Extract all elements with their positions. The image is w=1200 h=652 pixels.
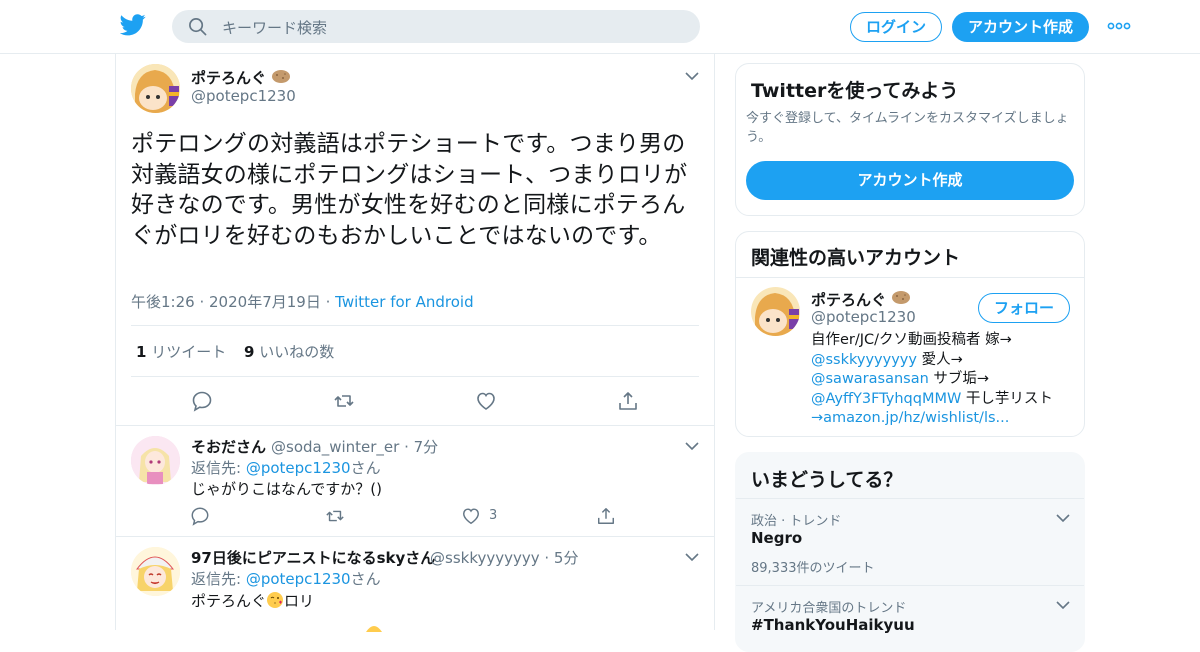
signup-card: Twitterを使ってみよう 今すぐ登録して、タイムラインをカスタマイズしましょ… [735,63,1085,216]
reply-text: じゃがりこはなんですか？() [191,480,382,498]
tweet-text: ポテロングの対義語はポテショートです。つまり男の対義語女の様にポテロングはショー… [131,131,688,249]
signup-card-title: Twitterを使ってみよう [751,80,959,102]
divider [131,376,699,377]
signup-card-subtitle: 今すぐ登録して、タイムラインをカスタマイズしましょ う。 [746,111,1069,145]
more-options-icon[interactable] [1107,20,1131,32]
avatar[interactable] [131,64,180,113]
like-icon[interactable] [475,390,497,412]
bio-link[interactable]: @sskkyyyyyyy [811,352,917,368]
reply-text: ポテろんぐ ロリ [191,592,315,610]
reply-to-link[interactable]: @potepc1230 [246,459,351,477]
chevron-down-icon[interactable] [685,71,699,81]
related-account-bio: 自作er/JC/クソ動画投稿者 嫁→ @sskkyyyyyyy 愛人→ @saw… [811,332,1053,426]
like-icon[interactable] [461,506,481,526]
trend-tweet-count: 89,333件のツイート [751,561,875,576]
tweet-date[interactable]: 2020年7月19日 [209,293,321,311]
retweet-icon[interactable] [333,390,355,412]
bio-link[interactable]: @AyffY3FTyhqqMMW [811,391,961,407]
avatar-illustration [131,547,180,596]
avatar[interactable] [131,436,180,485]
reply-icon[interactable] [190,506,210,526]
bio-link[interactable]: @sawarasansan [811,371,929,387]
trends-card: いまどうしてる？ 政治 · トレンド Negro 89,333件のツイート アメ… [735,452,1085,652]
potato-emoji-icon [272,70,290,83]
related-account-name[interactable]: ポテろんぐ [811,289,886,310]
top-navigation-bar: キーワード検索 ログイン アカウント作成 [0,0,1200,54]
trend-category: 政治 · トレンド [751,514,842,529]
related-accounts-card: 関連性の高いアカウント ポテろんぐ @potepc1230 フォロー 自作er/… [735,231,1085,437]
divider [131,325,699,326]
avatar-illustration [751,287,800,336]
tweet-source-link[interactable]: Twitter for Android [335,293,473,311]
search-input[interactable]: キーワード検索 [222,17,327,38]
like-stat[interactable]: 9 いいねの数 [244,341,334,362]
related-card-title: 関連性の高いアカウント [751,247,961,269]
twitter-bird-logo-icon[interactable] [120,14,146,36]
signup-button[interactable]: アカウント作成 [952,12,1089,42]
follow-button[interactable]: フォロー [978,293,1070,323]
bio-link[interactable]: →amazon.jp/hz/wishlist/ls... [811,410,1009,426]
face-blowing-kiss-emoji-icon [267,592,284,608]
reply-author-handle[interactable]: @soda_winter_er · 7分 [271,436,438,457]
like-count: 3 [489,508,498,523]
tweet-timestamp: 午後1:26 · 2020年7月19日 · Twitter for Androi… [131,293,474,311]
main-timeline-column: ポテろんぐ @potepc1230 ポテロングの対義語はポテショートです。つまり… [115,54,715,632]
reply-icon[interactable] [191,390,213,412]
divider [116,536,714,537]
trend-category: アメリカ合衆国のトレンド [751,601,907,616]
chevron-down-icon[interactable] [1056,600,1070,610]
retweet-icon[interactable] [325,506,345,526]
chevron-down-icon[interactable] [685,441,699,451]
chevron-down-icon[interactable] [685,552,699,562]
reply-author-handle[interactable]: @sskkyyyyyyy · 5分 [430,547,578,568]
potato-emoji-icon [892,291,910,304]
emoji-partial-icon [366,626,382,632]
divider [116,425,714,426]
reply-author-name[interactable]: そおださん [191,436,266,457]
tweet-author-handle[interactable]: @potepc1230 [191,87,296,105]
reply-author-name[interactable]: 97日後にピアニストになるskyさん [191,547,435,568]
tweet-time[interactable]: 午後1:26 [131,293,195,311]
search-bar[interactable]: キーワード検索 [172,10,700,43]
related-account-handle[interactable]: @potepc1230 [811,308,916,326]
share-icon[interactable] [596,506,616,526]
avatar[interactable] [751,287,800,336]
retweet-stat[interactable]: 1 リツイート [136,341,226,362]
signup-card-button[interactable]: アカウント作成 [746,161,1074,200]
avatar-illustration [131,64,180,113]
reply-to-link[interactable]: @potepc1230 [246,570,351,588]
trends-card-title: いまどうしてる？ [751,469,903,491]
share-icon[interactable] [617,390,639,412]
trend-name[interactable]: #ThankYouHaikyuu [751,616,915,634]
search-icon [189,18,207,36]
login-button[interactable]: ログイン [850,12,942,42]
reply-to-line: 返信先: @potepc1230さん [191,459,381,477]
divider [736,585,1084,586]
trend-name[interactable]: Negro [751,529,802,547]
reply-to-line: 返信先: @potepc1230さん [191,570,381,588]
avatar-illustration [131,436,180,485]
chevron-down-icon[interactable] [1056,513,1070,523]
divider [736,277,1084,278]
divider [736,498,1084,499]
avatar[interactable] [131,547,180,596]
tweet-author-name[interactable]: ポテろんぐ [191,67,266,88]
